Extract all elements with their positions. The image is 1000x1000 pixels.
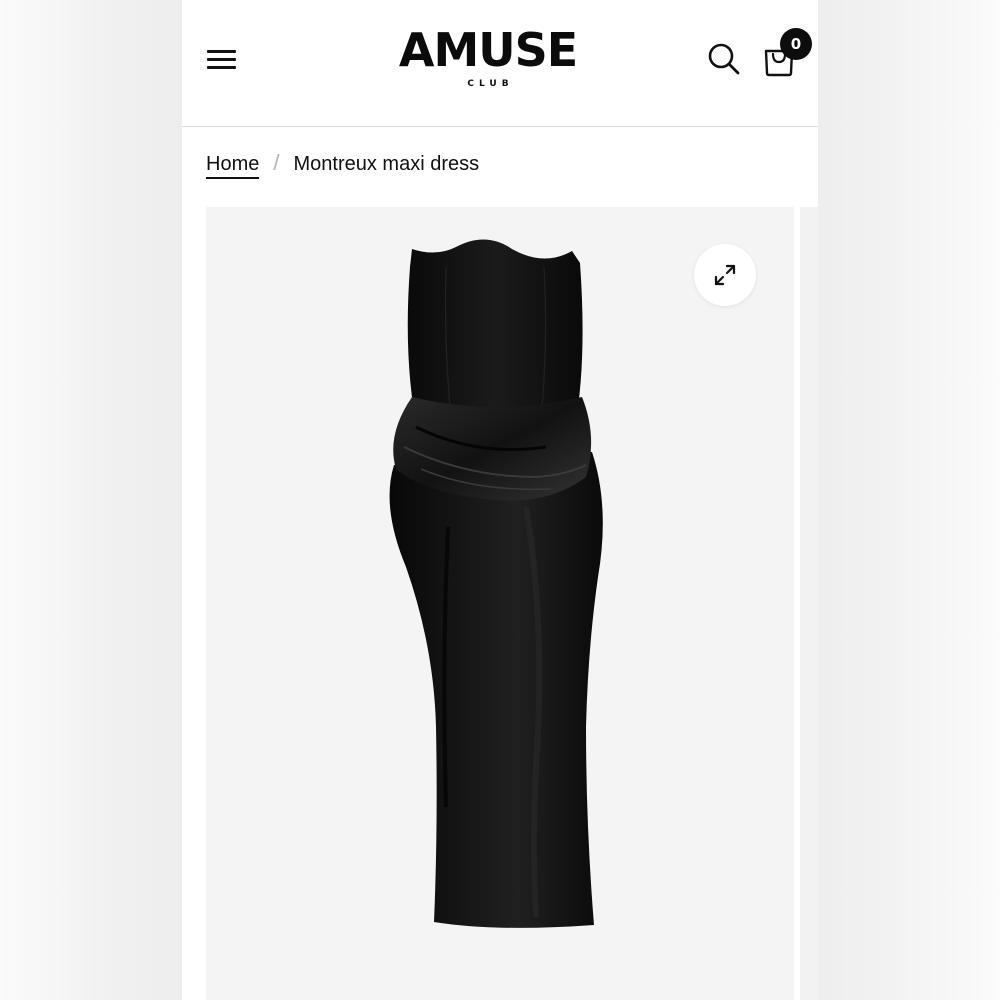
breadcrumb-current-page: Montreux maxi dress xyxy=(293,153,480,175)
right-background xyxy=(818,0,1000,1000)
hamburger-menu-button[interactable] xyxy=(206,46,238,74)
cart-count-badge: 0 xyxy=(780,28,812,60)
hamburger-line xyxy=(207,66,236,69)
left-background xyxy=(0,0,182,1000)
logo-wordmark: AMUSE xyxy=(398,23,578,77)
search-button[interactable] xyxy=(706,41,742,77)
site-header: AMUSE CLUB 0 xyxy=(182,0,818,127)
zoom-image-button[interactable] xyxy=(694,244,756,306)
next-gallery-image-peek[interactable] xyxy=(800,207,818,1000)
breadcrumb-separator: / xyxy=(273,150,280,175)
breadcrumb: Home / Montreux maxi dress xyxy=(206,150,479,182)
hamburger-line xyxy=(207,58,236,61)
product-image-gallery[interactable] xyxy=(206,207,794,1000)
site-logo[interactable]: AMUSE CLUB xyxy=(382,26,594,89)
product-image xyxy=(389,239,603,928)
breadcrumb-home-link[interactable]: Home xyxy=(206,153,260,179)
logo-subtitle: CLUB xyxy=(467,79,514,89)
hamburger-menu-icon xyxy=(207,50,236,53)
mobile-page: AMUSE CLUB 0 Home / Montreux maxi dress xyxy=(182,0,818,1000)
search-icon xyxy=(708,43,740,75)
expand-arrows-icon xyxy=(714,264,736,286)
